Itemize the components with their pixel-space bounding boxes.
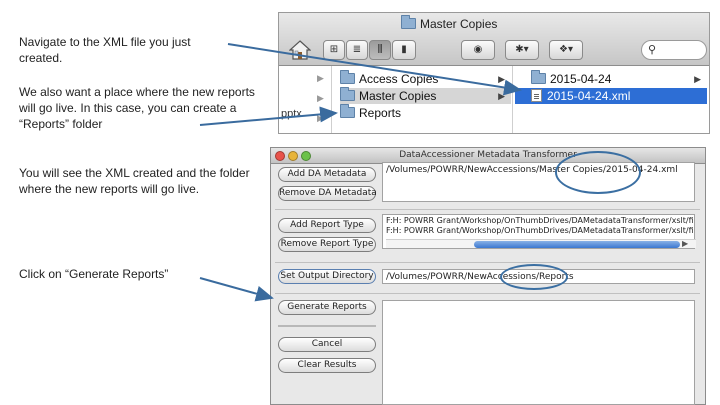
- report-type-item[interactable]: F:H: POWRR Grant/Workshop/OnThumbDrives/…: [386, 226, 694, 236]
- xml-path-highlight: [555, 151, 641, 194]
- xml-file-icon: [531, 89, 542, 102]
- instruction-generate: Click on “Generate Reports”: [19, 267, 169, 281]
- finder-window: Master Copies ⊞ ≣ ⫼ ▮ ◉ ✱▾ ❖▾ ⚲ ▶ ▶ ▶ pp…: [278, 12, 710, 134]
- add-report-type-button[interactable]: Add Report Type: [278, 218, 376, 233]
- folder-icon: [340, 104, 355, 118]
- sidebar-item-pptx[interactable]: pptx: [281, 106, 302, 122]
- instruction-navigate: Navigate to the XML file you just create…: [19, 35, 191, 65]
- list-view-button[interactable]: ≣: [346, 40, 368, 60]
- finder-title: Master Copies: [401, 15, 497, 31]
- da-metadata-list[interactable]: /Volumes/POWRR/NewAccessions/Master Copi…: [382, 162, 695, 202]
- search-icon: ⚲: [648, 43, 657, 56]
- set-output-directory-button[interactable]: Set Output Directory: [278, 269, 376, 284]
- folder-icon: [340, 87, 355, 101]
- folder-icon: [340, 70, 355, 84]
- column-divider: [331, 66, 332, 133]
- scroll-right-icon[interactable]: ▶: [682, 239, 688, 248]
- folder-master-copies[interactable]: Master Copies ▶: [340, 87, 511, 104]
- folder-icon: [531, 70, 546, 84]
- finder-toolbar: Master Copies ⊞ ≣ ⫼ ▮ ◉ ✱▾ ❖▾ ⚲: [279, 13, 709, 66]
- generate-reports-button[interactable]: Generate Reports: [278, 300, 376, 315]
- icon-view-button[interactable]: ⊞: [323, 40, 345, 60]
- home-icon[interactable]: [289, 39, 311, 61]
- remove-da-metadata-button[interactable]: Remove DA Metadata: [278, 186, 377, 201]
- chevron-right-icon: ▶: [317, 73, 324, 83]
- button-group-divider: [278, 325, 376, 327]
- app-title: DataAccessioner Metadata Transformer: [399, 150, 577, 160]
- chevron-right-icon: ▶: [317, 113, 324, 123]
- instruction-xml-created: You will see the XML created and the fol…: [19, 166, 250, 196]
- horizontal-scrollbar[interactable]: ◀ ▶: [386, 239, 696, 248]
- results-area[interactable]: [382, 300, 695, 405]
- action-gear-button[interactable]: ✱▾: [505, 40, 539, 60]
- chevron-right-icon: ▶: [498, 91, 505, 101]
- quick-look-button[interactable]: ◉: [461, 40, 495, 60]
- instruction-reports-folder: We also want a place where the new repor…: [19, 85, 255, 131]
- folder-access-copies[interactable]: Access Copies ▶: [340, 70, 511, 87]
- file-2015-04-24-xml[interactable]: 2015-04-24.xml: [515, 88, 707, 104]
- folder-reports[interactable]: Reports: [340, 104, 511, 121]
- section-divider: [275, 209, 700, 210]
- column-divider: [512, 66, 513, 133]
- chevron-right-icon: ▶: [498, 74, 505, 84]
- dropbox-button[interactable]: ❖▾: [549, 40, 583, 60]
- chevron-right-icon: ▶: [317, 93, 324, 103]
- cancel-button[interactable]: Cancel: [278, 337, 376, 352]
- coverflow-view-button[interactable]: ▮: [392, 40, 416, 60]
- reports-path-highlight: [500, 264, 568, 290]
- remove-report-type-button[interactable]: Remove Report Type: [278, 237, 376, 252]
- section-divider: [275, 262, 700, 263]
- folder-2015-04-24[interactable]: 2015-04-24 ▶: [515, 70, 707, 87]
- column-view-button[interactable]: ⫼: [369, 40, 391, 60]
- search-field[interactable]: ⚲: [641, 40, 707, 60]
- chevron-right-icon: ▶: [694, 74, 701, 84]
- add-da-metadata-button[interactable]: Add DA Metadata: [278, 167, 376, 182]
- folder-icon: [401, 15, 416, 29]
- scroll-thumb[interactable]: [474, 241, 680, 248]
- clear-results-button[interactable]: Clear Results: [278, 358, 376, 373]
- report-type-item[interactable]: F:H: POWRR Grant/Workshop/OnThumbDrives/…: [386, 216, 694, 226]
- section-divider: [275, 293, 700, 294]
